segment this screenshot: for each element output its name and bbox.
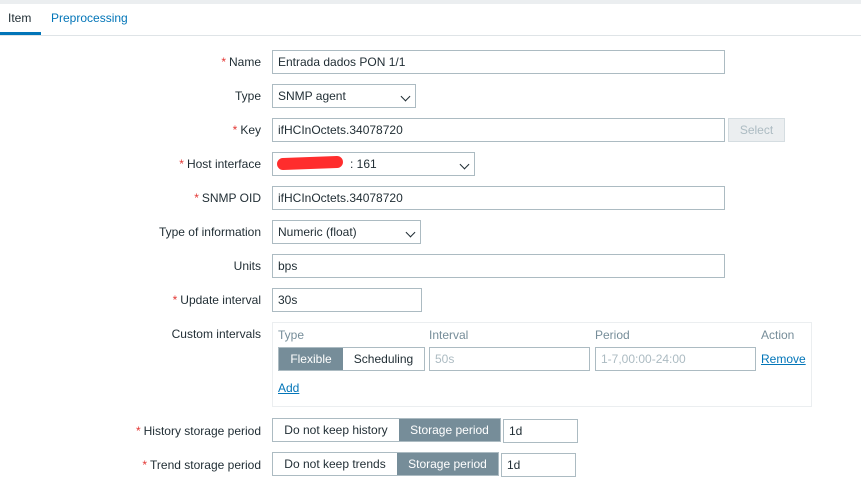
host-interface-label: * Host interface [179, 157, 261, 171]
type-select-value: SNMP agent [278, 89, 346, 103]
history-storage-period-option[interactable]: Storage period [399, 419, 500, 441]
redaction-mark [276, 155, 344, 171]
trend-storage-input[interactable]: 1d [501, 453, 576, 477]
units-input[interactable]: bps [272, 254, 725, 278]
type-select[interactable]: SNMP agent [272, 84, 416, 108]
units-label: Units [233, 259, 261, 273]
ci-header-period: Period [595, 328, 630, 342]
ci-header-type: Type [278, 328, 305, 342]
tab-bar: Item Preprocessing [0, 4, 861, 36]
name-input[interactable]: Entrada dados PON 1/1 [272, 50, 725, 74]
trend-storage-period-option[interactable]: Storage period [397, 453, 498, 475]
chevron-down-icon [405, 227, 416, 238]
history-storage-toggle: Do not keep history Storage period [272, 418, 501, 442]
active-tab-indicator [0, 32, 41, 35]
tab-item[interactable]: Item [8, 11, 31, 25]
select-key-button[interactable]: Select [728, 118, 785, 142]
type-label: Type [234, 89, 261, 103]
type-of-information-select[interactable]: Numeric (float) [272, 220, 421, 244]
update-interval-input[interactable]: 30s [272, 288, 422, 312]
type-of-information-label: Type of information [158, 225, 261, 239]
trend-storage-label: * Trend storage period [142, 458, 261, 472]
host-interface-value: : 161 [350, 157, 377, 171]
history-storage-input[interactable]: 1d [503, 419, 578, 443]
trend-storage-toggle: Do not keep trends Storage period [272, 452, 499, 476]
ci-header-interval: Interval [429, 328, 469, 342]
name-label: * Name [221, 55, 261, 69]
custom-intervals-label: Custom intervals [171, 327, 261, 341]
custom-interval-input[interactable]: 50s [429, 347, 590, 371]
key-input[interactable]: ifHCInOctets.34078720 [272, 118, 725, 142]
key-label: * Key [232, 123, 261, 137]
interval-type-toggle: Flexible Scheduling [278, 347, 425, 371]
scheduling-option[interactable]: Scheduling [343, 348, 424, 370]
tab-preprocessing[interactable]: Preprocessing [51, 11, 128, 25]
do-not-keep-trends-option[interactable]: Do not keep trends [273, 453, 397, 475]
do-not-keep-history-option[interactable]: Do not keep history [273, 419, 399, 441]
history-storage-label: * History storage period [135, 424, 261, 438]
remove-interval-link[interactable]: Remove [761, 352, 806, 366]
add-interval-link[interactable]: Add [278, 381, 299, 395]
update-interval-label: * Update interval [172, 293, 261, 307]
snmp-oid-input[interactable]: ifHCInOctets.34078720 [272, 186, 725, 210]
type-of-information-value: Numeric (float) [278, 225, 357, 239]
chevron-down-icon [400, 91, 411, 102]
flexible-option[interactable]: Flexible [279, 348, 343, 370]
custom-period-input[interactable]: 1-7,00:00-24:00 [595, 347, 756, 371]
ci-header-action: Action [761, 328, 795, 342]
chevron-down-icon [459, 159, 470, 170]
snmp-oid-label: * SNMP OID [194, 191, 261, 205]
